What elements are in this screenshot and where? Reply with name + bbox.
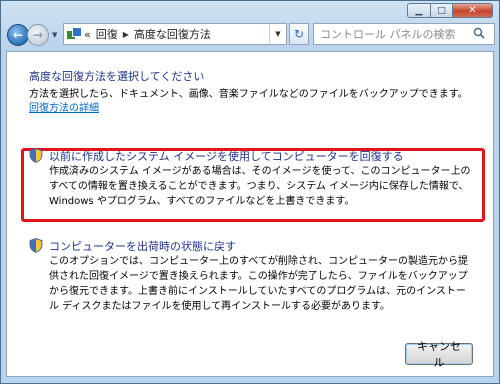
forward-button[interactable]: →	[27, 24, 49, 46]
recovery-details-link[interactable]: 回復方法の詳細	[29, 103, 99, 114]
maximize-icon: □	[437, 5, 446, 16]
caption-buttons: ▁ □ ✕	[407, 3, 493, 18]
search-input[interactable]	[313, 23, 495, 45]
refresh-button[interactable]: ↻	[289, 23, 309, 45]
description-text: 方法を選択したら、ドキュメント、画像、音楽ファイルなどのファイルをバックアップで…	[29, 89, 468, 100]
minimize-button[interactable]: ▁	[407, 3, 431, 18]
option-description: 作成済みのシステム イメージがある場合は、そのイメージを使って、このコンピュータ…	[49, 166, 471, 207]
breadcrumb-separator-icon[interactable]: ▶	[123, 30, 129, 39]
back-button[interactable]: ←	[7, 24, 29, 46]
minimize-icon: ▁	[415, 5, 423, 16]
breadcrumb-overflow[interactable]: «	[84, 28, 91, 41]
breadcrumb-recovery[interactable]: 回復	[96, 26, 118, 42]
address-dropdown-icon[interactable]: ▼	[269, 24, 286, 44]
maximize-button[interactable]: □	[431, 3, 453, 18]
option-description: このオプションでは、コンピューター上のすべてが削除され、コンピューターの製造元か…	[49, 256, 468, 312]
refresh-icon: ↻	[293, 27, 305, 41]
page-description: 方法を選択したら、ドキュメント、画像、音楽ファイルなどのファイルをバックアップで…	[29, 88, 479, 116]
control-panel-window: ▁ □ ✕ ← → ▼ « 回復 ▶ 高度な回復方法 ▼ ↻ コントロール パネ…	[0, 0, 500, 384]
page-title: 高度な回復方法を選択してください	[29, 70, 205, 83]
close-button[interactable]: ✕	[453, 3, 493, 18]
content-pane: 高度な回復方法を選択してください 方法を選択したら、ドキュメント、画像、音楽ファ…	[6, 51, 494, 377]
close-icon: ✕	[468, 5, 477, 16]
option-title[interactable]: コンピューターを出荷時の状態に戻す	[49, 238, 236, 254]
back-arrow-icon: ←	[12, 28, 24, 42]
option-title[interactable]: 以前に作成したシステム イメージを使用してコンピューターを回復する	[49, 148, 404, 164]
search-icon[interactable]	[473, 27, 485, 39]
recent-pages-dropdown[interactable]: ▼	[52, 31, 57, 39]
forward-arrow-icon: →	[32, 28, 44, 42]
control-panel-icon	[67, 27, 82, 41]
cancel-button[interactable]: キャンセル	[405, 340, 473, 369]
uac-shield-icon	[29, 238, 43, 253]
address-bar[interactable]: « 回復 ▶ 高度な回復方法 ▼	[63, 23, 287, 45]
uac-shield-icon	[29, 148, 43, 163]
navigation-bar: ← → ▼ « 回復 ▶ 高度な回復方法 ▼ ↻	[7, 23, 495, 47]
breadcrumb-advanced-recovery[interactable]: 高度な回復方法	[134, 26, 211, 42]
